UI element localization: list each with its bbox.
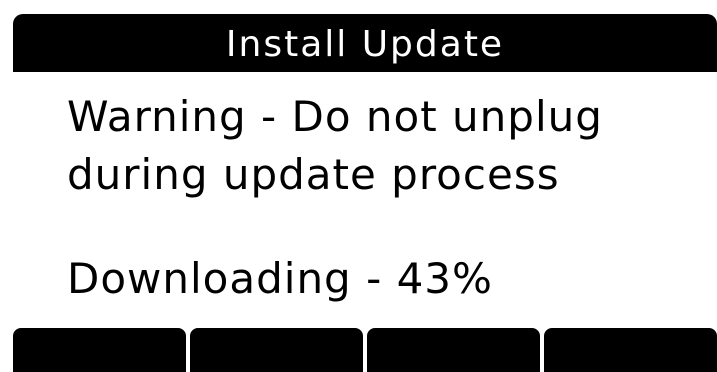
softkey-3[interactable] bbox=[367, 328, 540, 372]
softkey-2[interactable] bbox=[190, 328, 363, 372]
softkey-bar bbox=[13, 328, 717, 372]
title-bar: Install Update bbox=[13, 14, 717, 72]
softkey-4[interactable] bbox=[544, 328, 717, 372]
warning-line-2: during update process bbox=[67, 150, 560, 199]
softkey-1[interactable] bbox=[13, 328, 186, 372]
page-title: Install Update bbox=[225, 24, 505, 65]
device-screen: Install Update Warning - Do not unplug d… bbox=[13, 14, 717, 372]
warning-line-1: Warning - Do not unplug bbox=[67, 92, 603, 141]
download-status: Downloading - 43% bbox=[67, 254, 493, 303]
